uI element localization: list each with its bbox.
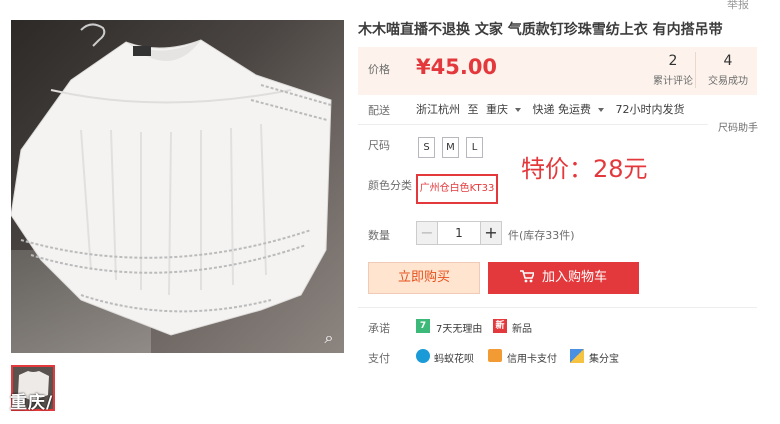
price-label: 价格: [368, 63, 390, 76]
product-main-image[interactable]: ⌕: [11, 20, 344, 353]
ship-promise: 72小时内发货: [615, 103, 685, 116]
zoom-icon[interactable]: ⌕: [320, 329, 338, 347]
stats-divider: [695, 52, 696, 88]
add-to-cart-button[interactable]: 加入购物车: [488, 262, 639, 294]
payment-label: 支付: [368, 352, 390, 365]
stock-text: 件(库存33件): [508, 229, 575, 242]
chevron-down-icon[interactable]: [515, 108, 521, 112]
size-option-m[interactable]: M: [442, 137, 459, 158]
report-link[interactable]: 举报: [727, 0, 749, 12]
shipping-label: 配送: [368, 104, 390, 117]
jifenbao-icon: [570, 349, 584, 363]
size-label: 尺码: [368, 139, 390, 152]
ship-method[interactable]: 快递 免运费: [533, 103, 592, 116]
shipping-row: 浙江杭州 至 重庆 快递 免运费 72小时内发货: [416, 101, 689, 117]
credit-card-icon: [488, 349, 502, 362]
payment-item-huabei[interactable]: 蚂蚁花呗: [434, 350, 474, 365]
quantity-input[interactable]: 1: [438, 221, 480, 245]
payment-item-credit[interactable]: 信用卡支付: [507, 350, 557, 365]
payment-item-jifenbao[interactable]: 集分宝: [589, 350, 619, 365]
new-product-icon: 新: [493, 319, 507, 333]
ship-to-select[interactable]: 重庆: [486, 103, 525, 116]
promise-label: 承诺: [368, 322, 390, 335]
promo-overlay-text: 特价：28元: [521, 155, 648, 183]
quantity-increment-button[interactable]: +: [480, 221, 502, 245]
divider: [358, 307, 757, 308]
quantity-decrement-button[interactable]: −: [416, 221, 438, 245]
promise-item-return[interactable]: 7天无理由: [436, 320, 482, 335]
ship-to-city[interactable]: 重庆: [486, 103, 508, 116]
review-count-label[interactable]: 累计评论: [646, 72, 700, 87]
color-label: 颜色分类: [368, 179, 412, 192]
size-option-l[interactable]: L: [466, 137, 483, 158]
promise-item-new[interactable]: 新品: [512, 320, 532, 335]
buy-now-button[interactable]: 立即购买: [368, 262, 480, 294]
size-helper-link[interactable]: 尺码助手: [718, 119, 758, 134]
size-option-s[interactable]: S: [418, 137, 435, 158]
huabei-icon: [416, 349, 430, 363]
divider: [358, 124, 708, 125]
sales-count-label: 交易成功: [708, 76, 748, 87]
quantity-label: 数量: [368, 229, 390, 242]
shopping-cart-icon: [519, 262, 536, 294]
ship-to-word: 至: [467, 103, 479, 116]
add-to-cart-label: 加入购物车: [541, 270, 607, 285]
return-7day-icon: 7: [416, 319, 430, 333]
ship-method-select[interactable]: 快递 免运费: [533, 103, 609, 116]
price-value: ¥45.00: [416, 55, 498, 79]
ship-from: 浙江杭州: [416, 103, 460, 116]
product-title: 木木喵直播不退换 文家 气质款钉珍珠雪纺上衣 有内搭吊带: [358, 22, 723, 38]
review-count[interactable]: 2: [649, 53, 697, 69]
sales-count: 4: [723, 53, 733, 69]
blouse-illustration: [11, 23, 332, 336]
color-option-selected[interactable]: 广州仓白色KT33: [416, 174, 498, 204]
thumbnail-caption: 重庆/: [10, 393, 54, 413]
chevron-down-icon[interactable]: [598, 108, 604, 112]
